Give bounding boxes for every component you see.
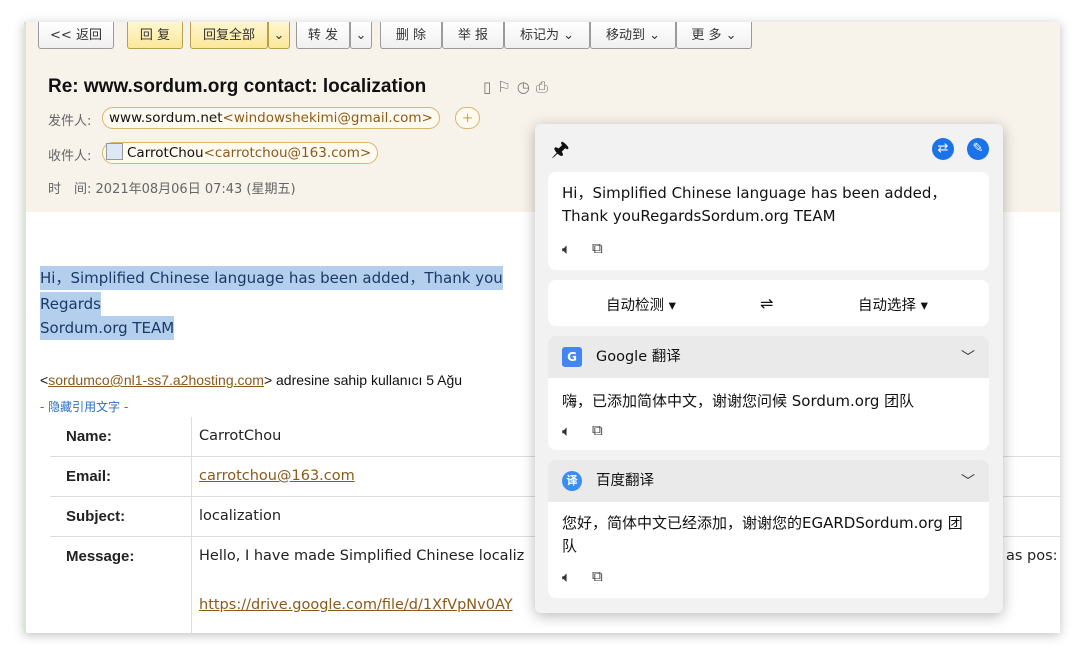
table-value: Hello, I have made Simplified Chinese lo… — [199, 548, 525, 564]
toolbar: << 返回 回 复 回复全部 ⌄ 转 发 ⌄ 删 除 举 报 标记为 ⌄ 移动到… — [26, 22, 1060, 54]
table-value: localization — [199, 508, 282, 524]
clock-icon[interactable]: ◷ — [517, 78, 536, 96]
source-language-select[interactable]: 自动检测 ▾ — [606, 294, 676, 315]
baidu-header[interactable]: 译 百度翻译 ﹀ — [548, 460, 989, 502]
more-dropdown[interactable]: 更 多 ⌄ — [676, 22, 752, 49]
reply-all-button[interactable]: 回复全部 — [190, 22, 268, 49]
sender-chip[interactable]: www.sordum.net<windowshekimi@gmail.com> — [102, 107, 440, 129]
translator-popup: 🖈 ⇄ ✎ Hi，Simplified Chinese language has… — [535, 124, 1003, 613]
to-label: 收件人: — [48, 149, 92, 164]
quote-suffix: > adresine sahip kullanıcı 5 Ağu — [263, 372, 463, 388]
baidu-translate-icon: 译 — [562, 471, 582, 491]
chevron-down-icon[interactable]: ﹀ — [961, 471, 975, 491]
move-to-dropdown[interactable]: 移动到 ⌄ — [590, 22, 676, 49]
copy-icon[interactable]: ⧉ — [592, 421, 603, 439]
google-result-text: 嗨，已添加简体中文，谢谢您问候 Sordum.org 团队 — [562, 392, 915, 410]
copy-icon[interactable]: ⧉ — [592, 239, 603, 257]
table-label: Subject: — [66, 508, 126, 525]
from-label: 发件人: — [48, 114, 92, 129]
bookmark-icon[interactable]: ▯ — [483, 78, 497, 96]
report-button[interactable]: 举 报 — [442, 22, 504, 49]
body-line-1: Hi，Simplified Chinese language has been … — [40, 266, 503, 290]
sender-name: www.sordum.net — [109, 110, 223, 126]
swap-languages-icon[interactable]: ⇌ — [760, 294, 773, 313]
mark-as-dropdown[interactable]: 标记为 ⌄ — [504, 22, 590, 49]
source-text-card[interactable]: Hi，Simplified Chinese language has been … — [548, 172, 989, 270]
sender-address: <windowshekimi@gmail.com> — [222, 110, 433, 126]
quote-email-link[interactable]: sordumco@nl1-ss7.a2hosting.com — [48, 372, 264, 388]
quote-prefix: < — [40, 372, 49, 388]
table-value: CarrotChou — [199, 428, 282, 444]
language-selector: 自动检测 ▾ ⇌ 自动选择 ▾ — [548, 280, 989, 326]
reply-options-dropdown[interactable]: ⌄ — [268, 22, 290, 49]
chevron-down-icon[interactable]: ﹀ — [961, 347, 975, 367]
forward-button[interactable]: 转 发 — [296, 22, 350, 49]
baidu-result-card: 译 百度翻译 ﹀ 您好，简体中文已经添加，谢谢您的EGARDSordum.org… — [548, 460, 989, 598]
pin-icon[interactable]: 🖈 — [551, 135, 570, 169]
table-label: Name: — [66, 428, 112, 445]
edit-icon[interactable]: ✎ — [967, 138, 989, 160]
forward-options-dropdown[interactable]: ⌄ — [350, 22, 372, 49]
google-result-card: G Google 翻译 ﹀ 嗨，已添加简体中文，谢谢您问候 Sordum.org… — [548, 336, 989, 450]
reply-button[interactable]: 回 复 — [127, 22, 183, 49]
subject-action-icons: ▯⚐◷⎙ — [483, 78, 554, 96]
delete-button[interactable]: 删 除 — [380, 22, 442, 49]
time-value: 2021年08月06日 07:43 (星期五) — [95, 182, 296, 197]
baidu-engine-name: 百度翻译 — [596, 473, 654, 489]
time-label: 时 间: — [48, 182, 92, 197]
flag-icon[interactable]: ⚐ — [497, 78, 516, 96]
swap-mode-icon[interactable]: ⇄ — [932, 138, 954, 160]
add-contact-button[interactable]: + — [455, 107, 480, 129]
recipient-chip[interactable]: CarrotChou<carrotchou@163.com> — [102, 142, 379, 164]
drive-link[interactable]: https://drive.google.com/file/d/1XfVpNv0… — [199, 597, 513, 613]
back-button[interactable]: << 返回 — [38, 22, 114, 49]
recipient-name: CarrotChou — [127, 145, 204, 161]
recipient-address: <carrotchou@163.com> — [203, 145, 372, 161]
google-header[interactable]: G Google 翻译 ﹀ — [548, 336, 989, 378]
body-line-2: Regards — [40, 292, 101, 316]
source-text[interactable]: Hi，Simplified Chinese language has been … — [562, 182, 972, 228]
speaker-icon[interactable]: 🔈︎ — [562, 568, 571, 586]
quote-header: <sordumco@nl1-ss7.a2hosting.com> adresin… — [40, 372, 462, 388]
avatar — [106, 143, 123, 160]
table-label: Email: — [66, 468, 112, 485]
print-icon[interactable]: ⎙ — [536, 78, 554, 96]
google-translate-icon: G — [562, 347, 582, 367]
target-language-select[interactable]: 自动选择 ▾ — [858, 294, 928, 315]
table-label: Message: — [66, 548, 135, 565]
email-link[interactable]: carrotchou@163.com — [199, 468, 355, 484]
mail-subject: Re: www.sordum.org contact: localization — [48, 76, 427, 97]
table-value-overflow: as pos: — [1006, 548, 1058, 564]
speaker-icon[interactable]: 🔈︎ — [562, 422, 571, 440]
google-engine-name: Google 翻译 — [596, 349, 681, 365]
mail-time: 时 间: 2021年08月06日 07:43 (星期五) — [48, 178, 296, 197]
hidden-quote-toggle[interactable]: - 隐藏引用文字 - — [40, 398, 128, 415]
speaker-icon[interactable]: 🔈︎ — [562, 240, 571, 258]
copy-icon[interactable]: ⧉ — [592, 567, 603, 585]
body-line-3: Sordum.org TEAM — [40, 316, 175, 340]
baidu-result-text: 您好，简体中文已经添加，谢谢您的EGARDSordum.org 团队 — [562, 514, 963, 555]
